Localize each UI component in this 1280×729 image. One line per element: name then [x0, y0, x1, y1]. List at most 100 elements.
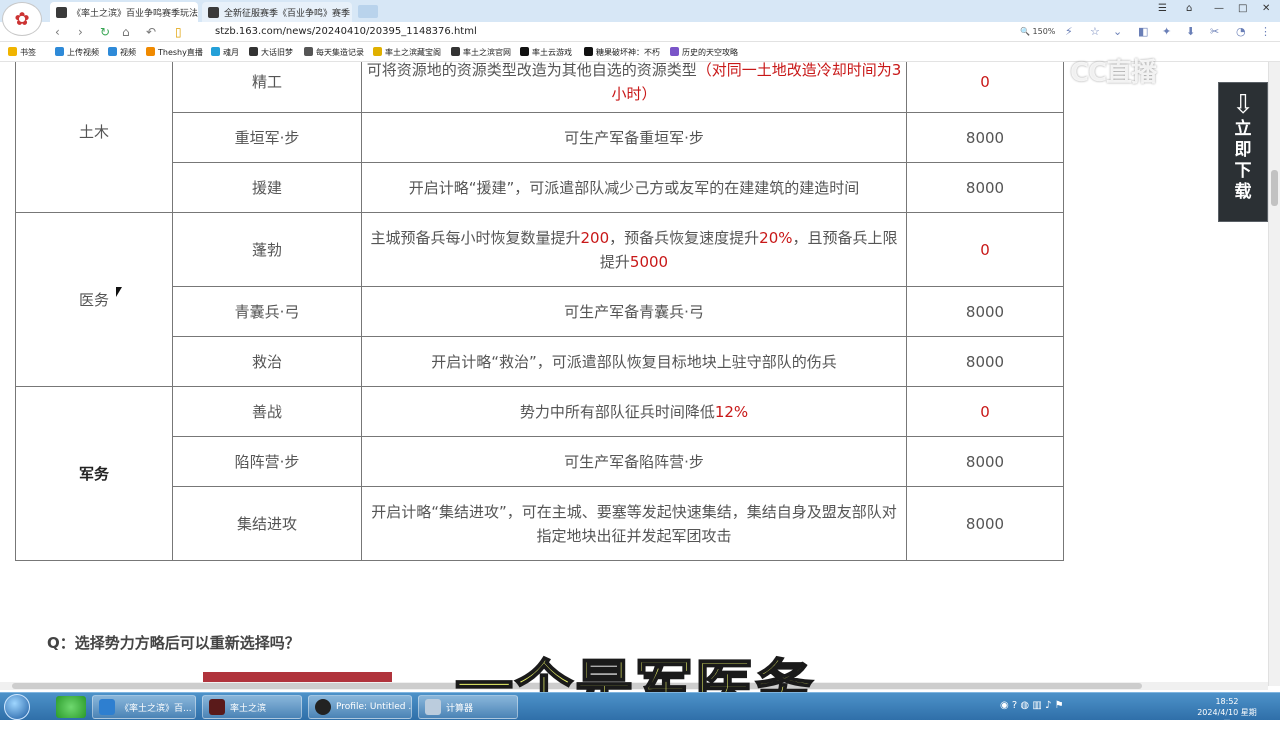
undo-icon[interactable]: ↶: [146, 25, 156, 39]
close-icon[interactable]: ✕: [350, 7, 352, 18]
desc-text: ，预备兵恢复速度提升: [609, 228, 760, 247]
bookmark-item[interactable]: 视频: [108, 47, 136, 58]
tools-icon[interactable]: ✂: [1210, 25, 1219, 38]
category-cell: 医务: [15, 212, 173, 387]
address-bar: ‹ › ↻ ⌂ ↶ ▯ stzb.163.com/news/20240410/2…: [0, 22, 1280, 42]
bookmark-label: 书签: [20, 48, 36, 57]
window-close-icon[interactable]: ✕: [1262, 3, 1270, 14]
bookmark-item[interactable]: 上传视频: [55, 47, 99, 58]
tab-title: 《率土之滨》百业争鸣赛季玩法: [72, 8, 198, 19]
desc-text: 势力中所有部队征兵时间降低: [519, 402, 715, 421]
translate-icon[interactable]: ◧: [1138, 25, 1148, 38]
taskbar-item-label: 计算器: [446, 703, 474, 714]
guide-icon: [670, 47, 679, 56]
home-icon[interactable]: ⌂: [122, 25, 130, 39]
bookmark-label: 魂月: [223, 48, 239, 57]
tray-flag-icon[interactable]: ⚑: [1055, 700, 1064, 711]
tab-stzb-conquest[interactable]: 全新征服赛季《百业争鸣》赛季 ✕: [202, 2, 352, 22]
tray-network-icon[interactable]: ▥: [1032, 700, 1041, 711]
shirt-icon[interactable]: ☰: [1158, 3, 1167, 14]
bookmark-item[interactable]: 糖果破坏神：不朽: [584, 47, 660, 58]
bookmark-item[interactable]: 率土之滨藏宝阁: [373, 47, 441, 58]
bookmark-label: 糖果破坏神：不朽: [596, 48, 660, 57]
tab-favicon-icon: [56, 6, 67, 18]
taskbar-item-calculator[interactable]: 计算器: [418, 695, 518, 719]
back-icon[interactable]: ‹: [55, 25, 60, 39]
chevron-down-icon[interactable]: ⌄: [1113, 25, 1122, 38]
tray-app-icon[interactable]: ◉: [1000, 700, 1009, 711]
bookmark-label: 率土之滨官网: [463, 48, 511, 57]
desc-text: 可生产军备青囊兵·弓: [564, 302, 704, 321]
game-icon: [584, 47, 593, 56]
bookmark-item[interactable]: 率土云游戏: [520, 47, 572, 58]
tech-table: 土木 精工 可将资源地的资源类型改造为其他自选的资源类型（对同一土地改造冷却时间…: [15, 62, 1064, 561]
bookmark-item[interactable]: 率土之滨官网: [451, 47, 511, 58]
gift-icon[interactable]: ⌂: [1186, 3, 1192, 14]
tv-icon: [211, 47, 220, 56]
history-icon[interactable]: ◔: [1236, 25, 1246, 38]
tray-help-icon[interactable]: ?: [1012, 700, 1017, 711]
download-icon[interactable]: ⬇: [1186, 25, 1195, 38]
bookmark-item[interactable]: Theshy直播: [146, 47, 203, 58]
bookmark-item[interactable]: 魂月: [211, 47, 239, 58]
zoom-level[interactable]: 🔍 150%: [1020, 27, 1055, 36]
tab-favicon-icon: [208, 6, 219, 18]
taskbar-clock[interactable]: 18:52 2024/4/10 星期三: [1196, 696, 1258, 729]
video-icon: [55, 47, 64, 56]
bookmark-label: 视频: [120, 48, 136, 57]
desc-text: 开启计略“集结进攻”，可在主城、要塞等发起快速集结，集结自身及盟友部队对指定地块…: [371, 502, 897, 545]
browser-icon: [99, 699, 115, 715]
maximize-icon[interactable]: □: [1238, 3, 1247, 14]
url-input[interactable]: stzb.163.com/news/20240410/20395_1148376…: [215, 26, 477, 37]
tech-name-cell: 青囊兵·弓: [172, 286, 362, 337]
browser-logo-icon[interactable]: ✿: [2, 2, 42, 36]
lightning-icon[interactable]: ⚡: [1065, 25, 1073, 38]
new-tab-button[interactable]: [358, 5, 378, 18]
bookmark-item[interactable]: 大话旧梦: [249, 47, 293, 58]
taskbar-item-label: Profile: Untitled ...: [336, 702, 412, 712]
desc-text: 开启计略“援建”，可派遣部队减少己方或友军的在建建筑的建造时间: [408, 178, 860, 197]
table-row: 医务 蓬勃 主城预备兵每小时恢复数量提升200，预备兵恢复速度提升20%，且预备…: [15, 212, 1064, 387]
minimize-icon[interactable]: —: [1214, 3, 1224, 14]
bookmark-item[interactable]: 书签: [8, 47, 36, 58]
bookmark-label: 率土云游戏: [532, 48, 572, 57]
360-browser-icon[interactable]: [56, 696, 86, 718]
table-row: 土木 精工 可将资源地的资源类型改造为其他自选的资源类型（对同一土地改造冷却时间…: [15, 62, 1064, 213]
windows-taskbar: 《率土之滨》百... 率土之滨 Profile: Untitled ... 计算…: [0, 692, 1280, 728]
live-icon: [146, 47, 155, 56]
bookmark-label: 大话旧梦: [261, 48, 293, 57]
bookmark-item[interactable]: 历史的天空攻略: [670, 47, 738, 58]
clock-time: 18:52: [1215, 697, 1239, 706]
taskbar-item-game[interactable]: 率土之滨: [202, 695, 302, 719]
tech-cost-cell: 8000: [906, 162, 1064, 213]
taskbar-item-obs[interactable]: Profile: Untitled ...: [308, 695, 412, 719]
forward-icon[interactable]: ›: [78, 25, 83, 39]
bookmark-toggle-icon[interactable]: ▯: [175, 25, 182, 39]
start-button[interactable]: [4, 694, 30, 720]
category-cell: 土木: [15, 62, 173, 213]
scrollbar-thumb[interactable]: [1271, 170, 1278, 206]
star-icon[interactable]: ☆: [1090, 25, 1100, 38]
vertical-scrollbar[interactable]: [1268, 62, 1280, 686]
download-now-banner[interactable]: ⇩ 立 即 下 载: [1218, 82, 1268, 222]
tab-stzb-season[interactable]: 《率土之滨》百业争鸣赛季玩法 ✕: [50, 2, 198, 22]
bookmark-label: 历史的天空攻略: [682, 48, 738, 57]
tech-desc-cell: 开启计略“救治”，可派遣部队恢复目标地块上驻守部队的伤兵: [361, 336, 907, 387]
table-row: 青囊兵·弓 可生产军备青囊兵·弓 8000: [16, 286, 1064, 337]
bookmark-item[interactable]: 每天集造记录: [304, 47, 364, 58]
system-tray[interactable]: ◉ ? ◍ ▥ ♪ ⚑: [1000, 700, 1064, 711]
tech-desc-cell: 可生产军备陷阵营·步: [361, 436, 907, 487]
taskbar-item-browser[interactable]: 《率土之滨》百...: [92, 695, 196, 719]
extension-icon[interactable]: ✦: [1162, 25, 1171, 38]
cloud-game-icon: [520, 47, 529, 56]
tech-name-cell: 重垣军·步: [172, 112, 362, 163]
menu-icon[interactable]: ⋮: [1260, 25, 1271, 38]
refresh-icon[interactable]: ↻: [100, 25, 110, 39]
tray-volume-icon[interactable]: ♪: [1045, 700, 1051, 711]
star-icon: [8, 47, 17, 56]
highlight-text: 200: [580, 228, 610, 247]
desc-text: 开启计略“救治”，可派遣部队恢复目标地块上驻守部队的伤兵: [431, 352, 837, 371]
tray-chat-icon[interactable]: ◍: [1020, 700, 1029, 711]
tech-name-cell: 精工: [172, 62, 362, 113]
banner-char: 即: [1234, 140, 1252, 160]
